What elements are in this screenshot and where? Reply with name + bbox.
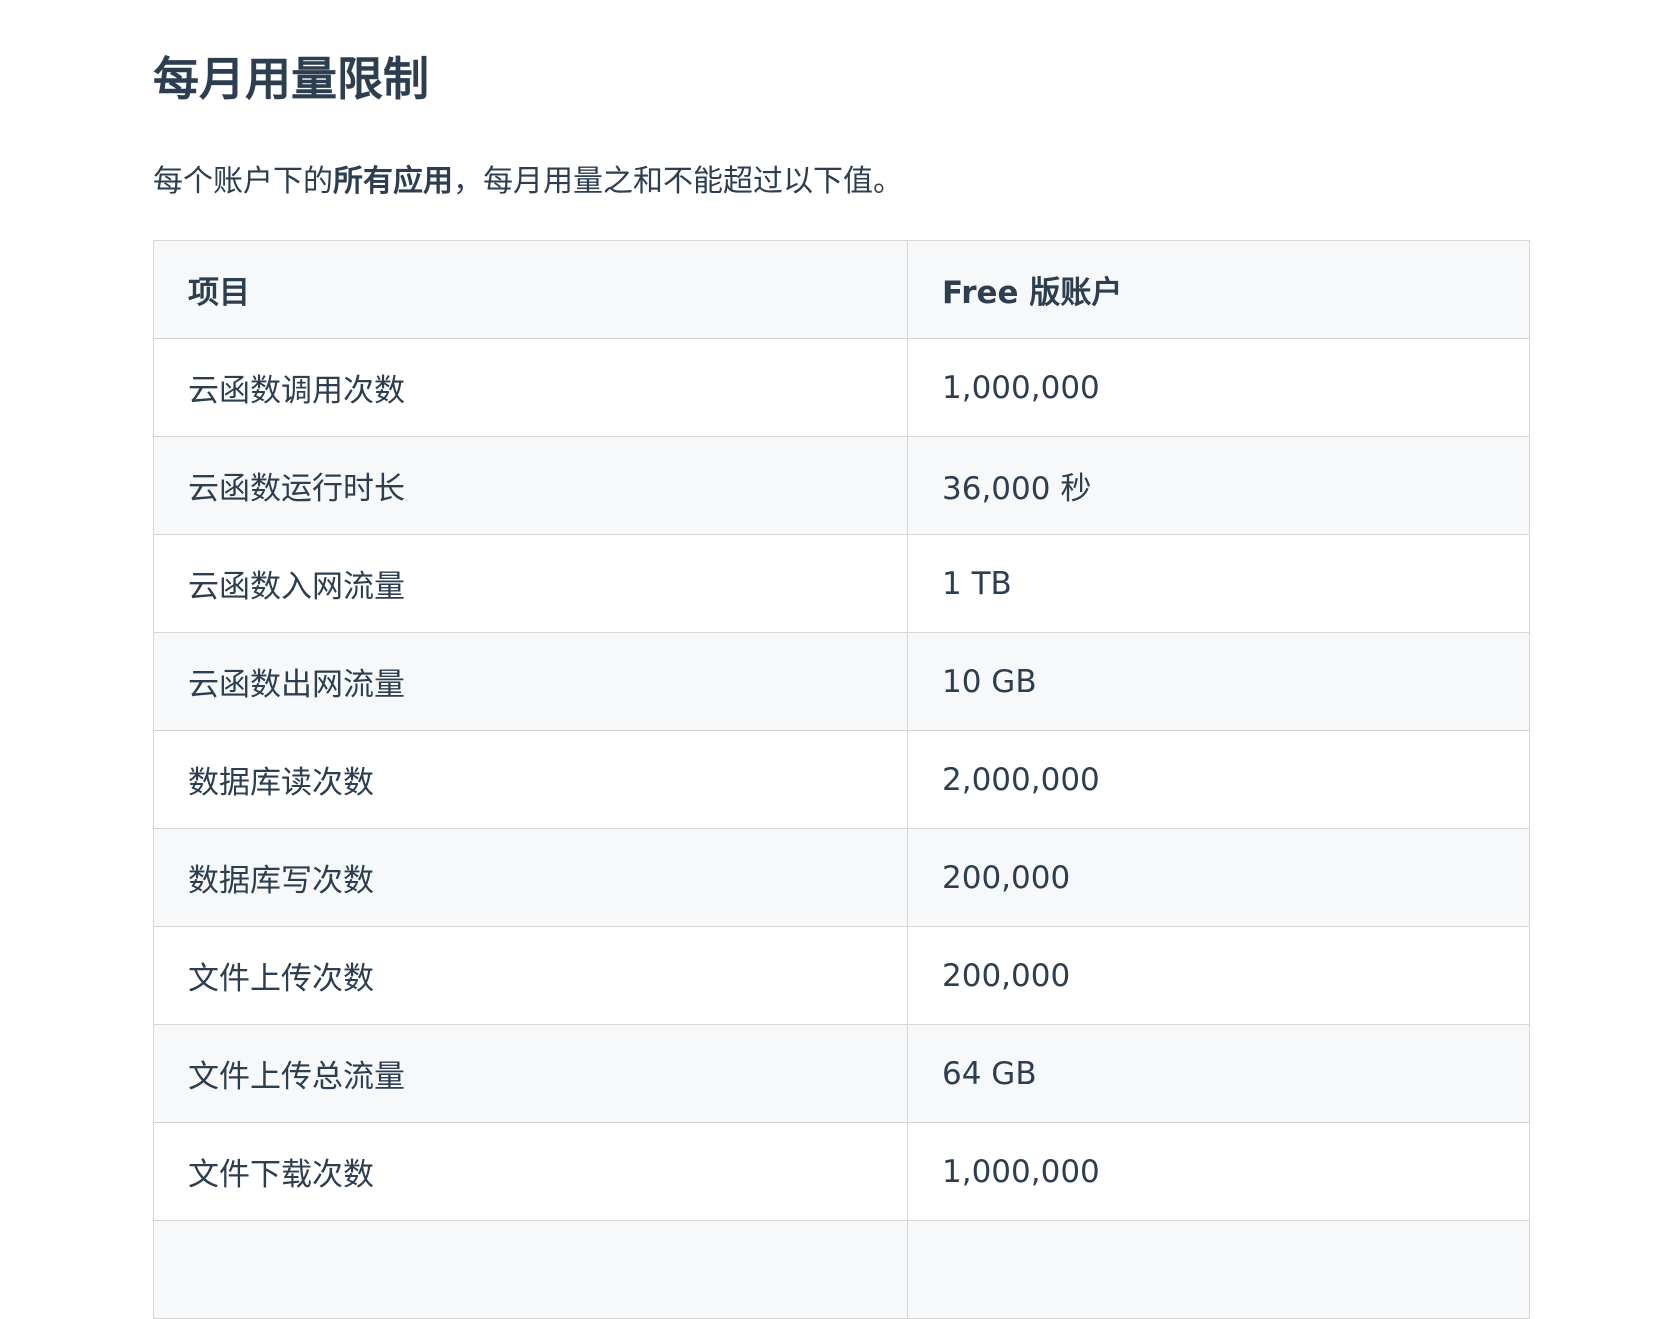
table-row: 云函数运行时长 36,000 秒: [153, 436, 1530, 535]
row-free-value: 2,000,000: [907, 730, 1530, 829]
row-free-value: 1,000,000: [907, 1122, 1530, 1221]
table-row: 云函数入网流量 1 TB: [153, 534, 1530, 633]
row-item-label: 数据库写次数: [153, 828, 908, 927]
row-item-label: 文件上传次数: [153, 926, 908, 1025]
row-item-label: 数据库读次数: [153, 730, 908, 829]
table-row: 文件下载次数 1,000,000: [153, 1122, 1530, 1221]
intro-text-before: 每个账户下的: [153, 164, 333, 199]
row-free-value: 200,000: [907, 926, 1530, 1025]
table-row: 云函数出网流量 10 GB: [153, 632, 1530, 731]
table-row: 文件上传总流量 64 GB: [153, 1024, 1530, 1123]
table-row: 数据库写次数 200,000: [153, 828, 1530, 927]
usage-limits-table: 项目 Free 版账户 云函数调用次数 1,000,000 云函数运行时长 36…: [153, 240, 1530, 1319]
row-item-label: 云函数入网流量: [153, 534, 908, 633]
table-row: 云函数调用次数 1,000,000: [153, 338, 1530, 437]
row-free-value: 10 GB: [907, 632, 1530, 731]
intro-text-bold: 所有应用: [333, 164, 453, 199]
row-item-label: 云函数运行时长: [153, 436, 908, 535]
document-content: 每月用量限制 每个账户下的所有应用，每月用量之和不能超过以下值。 项目 Free…: [153, 0, 1530, 1319]
row-free-value: 64 GB: [907, 1024, 1530, 1123]
row-item-label: 云函数出网流量: [153, 632, 908, 731]
row-item-label: 文件下载次数: [153, 1122, 908, 1221]
row-free-value: 1,000,000: [907, 338, 1530, 437]
row-item-label: 云函数调用次数: [153, 338, 908, 437]
table-header-row: 项目 Free 版账户: [153, 240, 1530, 339]
row-free-value: 36,000 秒: [907, 436, 1530, 535]
table-row: 文件上传次数 200,000: [153, 926, 1530, 1025]
row-free-value: 200,000: [907, 828, 1530, 927]
row-item-label: 文件上传总流量: [153, 1024, 908, 1123]
header-item: 项目: [153, 240, 908, 339]
row-item-label: [153, 1220, 908, 1319]
table-row: 数据库读次数 2,000,000: [153, 730, 1530, 829]
intro-paragraph: 每个账户下的所有应用，每月用量之和不能超过以下值。: [153, 162, 1529, 202]
row-free-value: [907, 1220, 1530, 1319]
row-free-value: 1 TB: [907, 534, 1530, 633]
page-title: 每月用量限制: [153, 52, 429, 106]
header-free-account: Free 版账户: [907, 240, 1530, 339]
intro-text-after: ，每月用量之和不能超过以下值。: [453, 164, 903, 199]
table-row-cut-off: [153, 1220, 1530, 1319]
